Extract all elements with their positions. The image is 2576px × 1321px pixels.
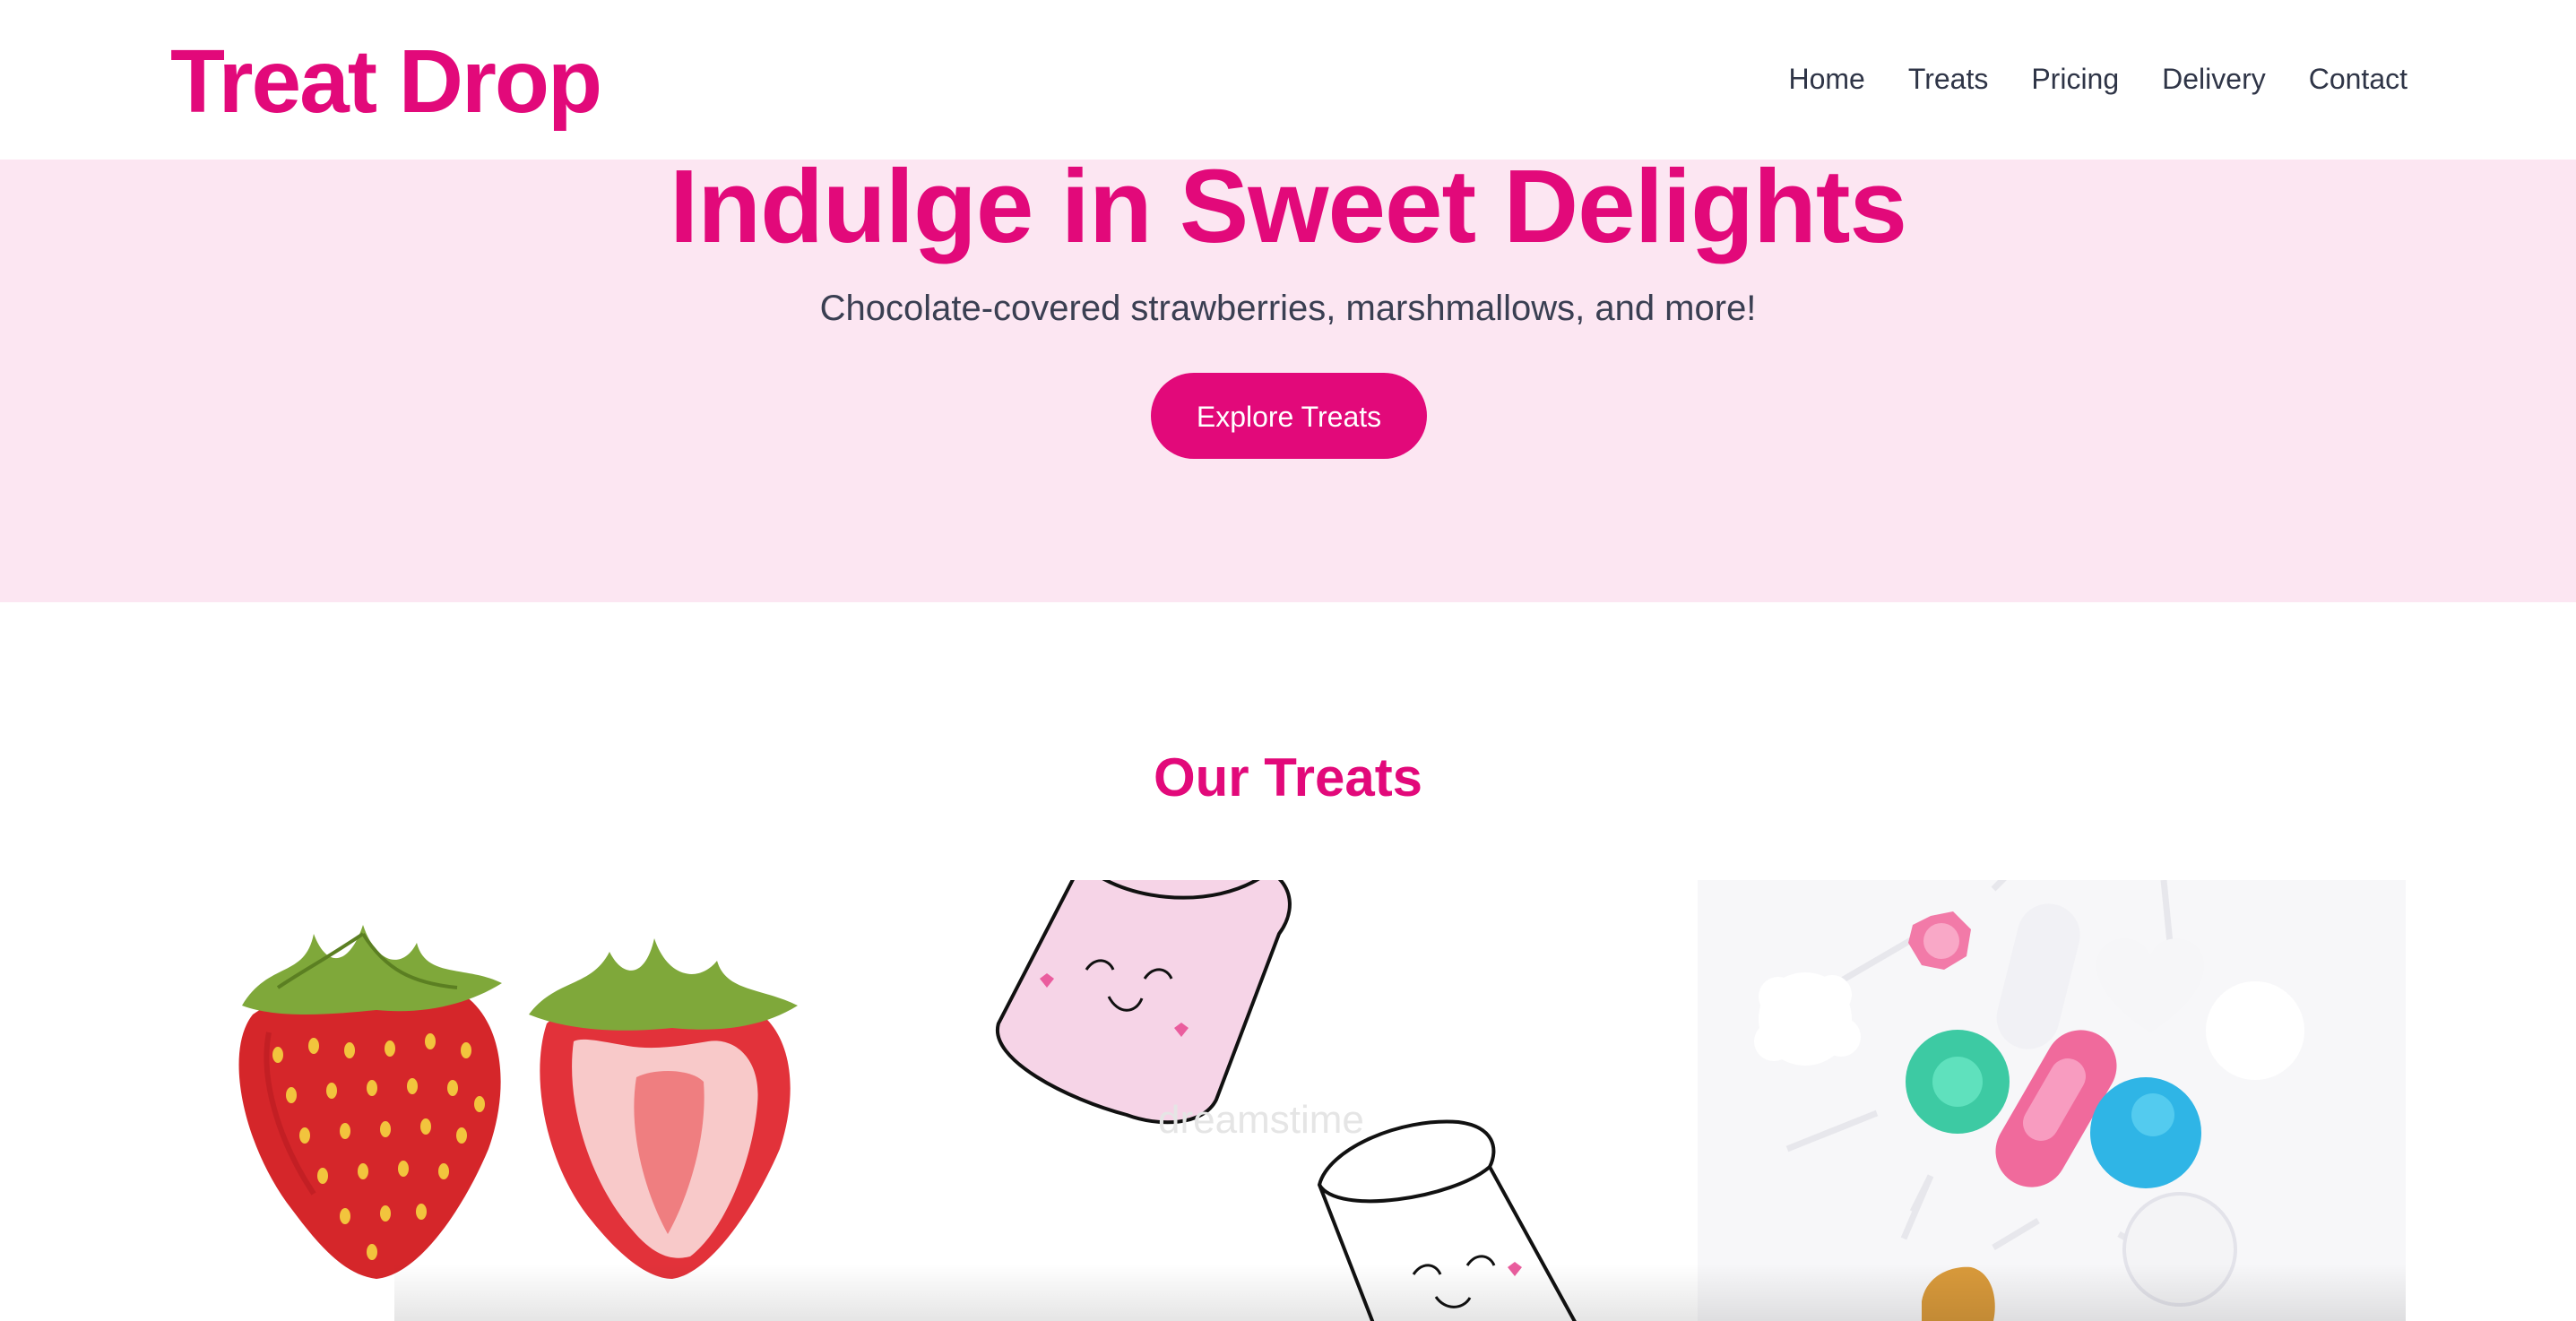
treat-card-lollipops[interactable] [1698,880,2406,1321]
nav-link-delivery[interactable]: Delivery [2162,57,2266,100]
blue-round-lollipop-icon [2090,1077,2201,1188]
nav-link-contact[interactable]: Contact [2309,57,2407,100]
white-scalloped-lollipop-icon [2206,981,2304,1080]
hero-subtitle: Chocolate-covered strawberries, marshmal… [819,289,1757,328]
nav-link-pricing[interactable]: Pricing [2031,57,2119,100]
site-logo[interactable]: Treat Drop [170,29,602,134]
nav-link-treats[interactable]: Treats [1908,57,1989,100]
whole-strawberry-icon [238,925,502,1279]
watermark-text: dreamstime [1158,1098,1364,1142]
green-flower-lollipop-icon [1906,1030,2010,1134]
explore-treats-button[interactable]: Explore Treats [1151,373,1427,459]
bottom-shadow [394,1264,2406,1321]
treat-card-strawberries[interactable] [170,880,878,1321]
hero-section: Indulge in Sweet Delights Chocolate-cove… [0,148,2576,602]
main-nav: Home Treats Pricing Delivery Contact [1788,57,2407,100]
pink-marshmallow-icon [995,880,1292,1125]
white-heart-lollipop-icon [2096,938,2204,1032]
treat-card-marshmallows[interactable]: dreamstime [934,880,1642,1321]
site-header: Treat Drop Home Treats Pricing Delivery … [0,0,2576,160]
pink-star-lollipop-icon [1908,911,1971,970]
white-flower-lollipop-icon [1754,972,1861,1066]
halved-strawberry-icon [529,938,798,1279]
strawberries-image [238,925,798,1279]
treats-section-title: Our Treats [1153,747,1423,807]
lollipops-image [1754,880,2304,1321]
hero-title: Indulge in Sweet Delights [669,148,1907,264]
nav-link-home[interactable]: Home [1788,57,1864,100]
marshmallows-image: dreamstime [995,880,1577,1321]
